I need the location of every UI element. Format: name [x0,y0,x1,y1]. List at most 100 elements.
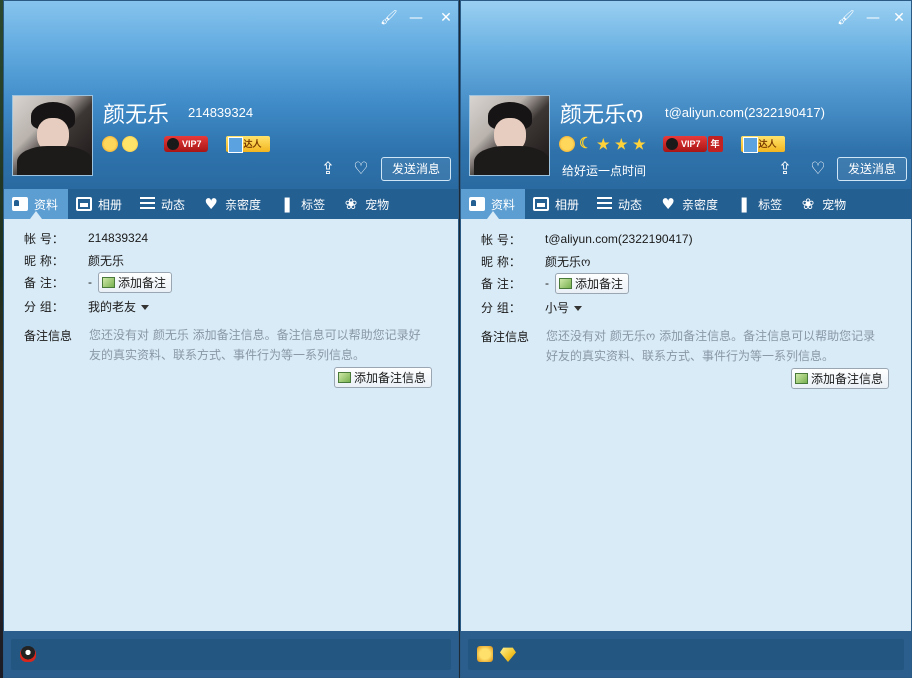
profile-account: t@aliyun.com(2322190417) [665,105,825,120]
profile-account: 214839324 [188,105,254,120]
nickname-value: 颜无乐ო [545,254,591,269]
year-badge[interactable]: 年 [707,136,723,152]
button-label: 添加备注 [575,276,624,291]
group-value: 小号 [545,300,570,315]
skin-brush-icon[interactable]: 🖌 [380,10,398,26]
group-row: 分 组： 我的老友 [24,296,150,316]
group-row: 分 组： 小号 [481,297,583,317]
tag-icon: ❚ [280,195,294,213]
picture-icon [338,372,351,383]
field-label: 分 组： [481,300,521,315]
note-text: 您还没有对 颜无乐ო 添加备注信息。备注信息可以帮助您记录好友的真实资料、联系方… [546,329,876,363]
share-icon[interactable]: ⇪ [774,158,796,180]
profile-header: 🖌 — ✕ 颜无乐ო t@aliyun.com(2322190417) ☾ ★ … [461,1,911,189]
profile-name: 颜无乐 [103,103,170,128]
badge-row: ☾ ★ ★ ★ VIP7 年 达人 [559,135,789,153]
field-label: 帐 号： [481,232,521,247]
qq-penguin-icon[interactable] [20,646,36,662]
tab-label: 亲密度 [225,197,262,212]
chevron-down-icon [141,304,150,310]
field-label: 帐 号： [24,231,64,246]
note-text: 您还没有对 颜无乐 添加备注信息。备注信息可以帮助您记录好友的真实资料、联系方式… [89,328,421,362]
note-label: 备注信息 [24,329,73,343]
footer [461,631,911,677]
tab-album[interactable]: 相册 [68,189,132,219]
vip-badge[interactable]: VIP7 [663,136,707,152]
star-icon[interactable]: ★ [597,136,611,152]
footer [4,631,458,677]
star-icon[interactable]: ★ [615,136,629,152]
vip-badge[interactable]: VIP7 [164,136,208,152]
picture-icon [102,276,115,288]
crown-icon[interactable] [559,136,575,152]
close-button[interactable]: ✕ [891,10,907,26]
footer-bar [468,639,904,670]
group-dropdown[interactable]: 小号 [545,299,583,316]
account-row: 帐 号： 214839324 [24,228,148,248]
nickname-row: 昵 称： 颜无乐 [24,250,124,270]
active-tab-caret [487,211,499,219]
tab-feed[interactable]: 动态 [589,189,652,219]
field-label: 备 注： [24,275,64,290]
send-message-button[interactable]: 发送消息 [837,157,907,181]
tab-label: 宠物 [822,197,847,212]
tab-album[interactable]: 相册 [525,189,589,219]
field-label: 分 组： [24,299,64,314]
signature: 给好运一点时间 [562,164,647,178]
smile-icon[interactable] [122,136,138,152]
tab-label: 亲密度 [682,197,719,212]
send-message-button[interactable]: 发送消息 [381,157,451,181]
close-button[interactable]: ✕ [438,10,454,26]
chevron-down-icon [574,305,583,311]
vip-service-icon[interactable] [477,646,493,662]
tab-tags[interactable]: ❚ 标签 [271,189,335,219]
group-dropdown[interactable]: 我的老友 [88,298,150,315]
remark-row: 备 注： - 添加备注 [24,271,173,293]
tab-intimacy[interactable]: ♥ 亲密度 [195,189,271,219]
minimize-button[interactable]: — [865,10,881,26]
minimize-button[interactable]: — [408,10,424,26]
tab-bar: 资料 相册 动态 ♥ 亲密度 ❚ 标签 ❀ 宠物 [4,189,458,219]
tab-pet[interactable]: ❀ 宠物 [335,189,399,219]
add-remark-button[interactable]: 添加备注 [98,271,173,293]
star-icon[interactable]: ★ [633,136,647,152]
tab-tags[interactable]: ❚ 标签 [728,189,792,219]
active-tab-caret [30,211,42,219]
pet-icon: ❀ [344,195,358,213]
tab-feed[interactable]: 动态 [132,189,195,219]
heart-icon: ♥ [204,195,218,213]
profile-content: 帐 号： t@aliyun.com(2322190417) 昵 称： 颜无乐ო … [461,219,911,631]
share-icon[interactable]: ⇪ [317,158,339,180]
daren-badge[interactable]: 达人 [740,136,785,153]
avatar[interactable] [12,95,93,176]
add-note-button[interactable]: 添加备注信息 [334,367,433,388]
button-label: 添加备注 [118,275,167,290]
add-remark-button[interactable]: 添加备注 [555,272,630,294]
field-label: 昵 称： [481,254,521,269]
moon-icon[interactable]: ☾ [579,136,593,152]
profile-name: 颜无乐ო [560,103,644,128]
avatar[interactable] [469,95,550,176]
tab-intimacy[interactable]: ♥ 亲密度 [652,189,728,219]
tab-label: 标签 [758,197,783,212]
tab-label: 相册 [555,197,580,212]
feed-icon [140,197,156,211]
tab-label: 资料 [491,197,516,212]
add-heart-icon[interactable]: ♡ [807,158,829,180]
tab-label: 动态 [161,197,186,212]
tab-pet[interactable]: ❀ 宠物 [792,189,856,219]
picture-icon [559,277,572,289]
crown-icon[interactable] [102,136,118,152]
note-label: 备注信息 [481,330,530,344]
profile-card-icon [469,197,485,211]
picture-icon [795,373,808,384]
add-note-button[interactable]: 添加备注信息 [791,368,890,389]
nickname-row: 昵 称： 颜无乐ო [481,251,590,271]
pet-icon: ❀ [801,195,815,213]
add-heart-icon[interactable]: ♡ [350,158,372,180]
profile-window-right: 🖌 — ✕ 颜无乐ო t@aliyun.com(2322190417) ☾ ★ … [460,0,912,678]
daren-badge[interactable]: 达人 [225,136,270,153]
tab-label: 标签 [301,197,326,212]
skin-brush-icon[interactable]: 🖌 [837,10,855,26]
profile-card-icon [12,197,28,211]
